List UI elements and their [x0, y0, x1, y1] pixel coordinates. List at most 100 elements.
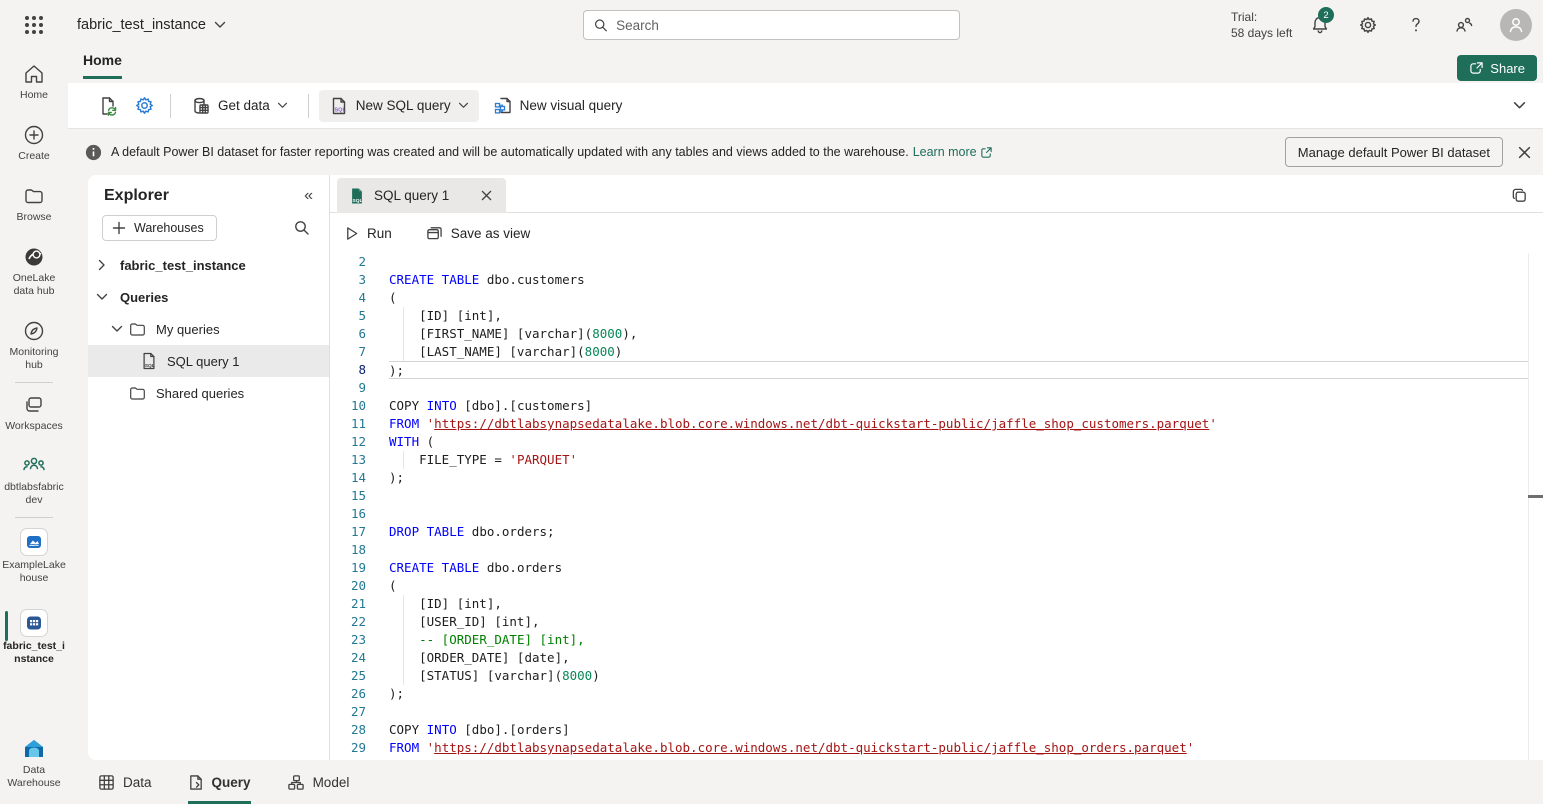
code-line[interactable]: 21 [ID] [int],: [330, 595, 1528, 613]
manage-default-dataset-button[interactable]: Manage default Power BI dataset: [1285, 137, 1503, 167]
learn-more-link[interactable]: Learn more: [913, 145, 993, 159]
code-line[interactable]: 24 [ORDER_DATE] [date],: [330, 649, 1528, 667]
tab-home[interactable]: Home: [83, 52, 122, 79]
new-sql-query-button[interactable]: SQL New SQL query: [319, 90, 479, 122]
code-line[interactable]: 27: [330, 703, 1528, 721]
query-tab-sql-query-1[interactable]: SQL SQL query 1: [337, 178, 506, 213]
line-number: 8: [330, 361, 366, 379]
app-launcher-icon[interactable]: [21, 12, 47, 38]
settings-toolbar-button[interactable]: [128, 90, 160, 122]
get-data-label: Get data: [218, 98, 270, 113]
run-button[interactable]: Run: [345, 226, 392, 241]
code-line[interactable]: 29FROM 'https://dbtlabsynapsedatalake.bl…: [330, 739, 1528, 757]
explorer-collapse-button[interactable]: «: [304, 187, 313, 205]
code-line[interactable]: 12WITH (: [330, 433, 1528, 451]
code-line[interactable]: 7 [LAST_NAME] [varchar](8000): [330, 343, 1528, 361]
line-number: 7: [330, 343, 366, 361]
code-line[interactable]: 14);: [330, 469, 1528, 487]
chevron-down-icon: [109, 325, 125, 333]
tab-model[interactable]: Model: [287, 760, 350, 804]
code-text: (: [389, 577, 1528, 595]
code-line[interactable]: 15: [330, 487, 1528, 505]
share-button[interactable]: Share: [1457, 55, 1537, 81]
workspaces-icon: [22, 393, 46, 417]
line-number: 9: [330, 379, 366, 397]
sidebar-item-create[interactable]: Create: [0, 117, 68, 169]
sidebar-item-home[interactable]: Home: [0, 56, 68, 108]
code-line[interactable]: 6 [FIRST_NAME] [varchar](8000),: [330, 325, 1528, 343]
line-number: 4: [330, 289, 366, 307]
grid-icon: [98, 774, 115, 791]
chevron-down-icon: [214, 21, 226, 29]
save-as-view-button[interactable]: Save as view: [426, 225, 531, 241]
code-line[interactable]: 23 -- [ORDER_DATE] [int],: [330, 631, 1528, 649]
sidebar-item-data-warehouse[interactable]: Data Warehouse: [0, 731, 68, 796]
monitoring-icon: [22, 319, 46, 343]
code-line[interactable]: 18: [330, 541, 1528, 559]
tree-item-shared-queries[interactable]: Shared queries: [88, 377, 329, 409]
get-data-button[interactable]: Get data: [181, 90, 298, 122]
help-icon: [1406, 15, 1426, 35]
sidebar-item-dbtlabsfabricdev[interactable]: dbtlabsfabricdev: [0, 448, 68, 513]
code-line[interactable]: 13 FILE_TYPE = 'PARQUET': [330, 451, 1528, 469]
banner-close-button[interactable]: [1513, 141, 1535, 163]
new-visual-query-button[interactable]: New visual query: [483, 90, 633, 122]
save-as-view-label: Save as view: [451, 226, 531, 241]
sidebar-item-browse[interactable]: Browse: [0, 178, 68, 230]
global-search: [583, 10, 960, 40]
ribbon-collapse-button[interactable]: [1513, 97, 1526, 115]
feedback-icon: [1453, 15, 1475, 35]
code-line[interactable]: 3CREATE TABLE dbo.customers: [330, 271, 1528, 289]
notifications-button[interactable]: 2: [1308, 13, 1332, 37]
code-line[interactable]: 8);: [330, 361, 1528, 379]
code-line[interactable]: 25 [STATUS] [varchar](8000): [330, 667, 1528, 685]
sidebar-item-monitoring-hub[interactable]: Monitoring hub: [0, 313, 68, 378]
line-number: 2: [330, 253, 366, 271]
code-line[interactable]: 20(: [330, 577, 1528, 595]
tab-data[interactable]: Data: [98, 760, 152, 804]
sidebar-item-examplelakehouse[interactable]: ExampleLakehouse: [0, 522, 68, 591]
chevron-right-icon: [94, 259, 110, 271]
sidebar-item-fabric-test-instance[interactable]: fabric_test_instance: [0, 603, 68, 672]
sidebar-item-onelake-data-hub[interactable]: OneLake data hub: [0, 239, 68, 304]
code-line[interactable]: 5 [ID] [int],: [330, 307, 1528, 325]
trial-status: Trial: 58 days left: [1231, 9, 1292, 41]
tree-item-sql-query-1[interactable]: SQL SQL query 1: [88, 345, 329, 377]
line-number: 14: [330, 469, 366, 487]
sql-code-editor[interactable]: 23CREATE TABLE dbo.customers4(5 [ID] [in…: [330, 253, 1528, 760]
tree-item-warehouse[interactable]: fabric_test_instance: [88, 249, 329, 281]
tree-item-my-queries[interactable]: My queries: [88, 313, 329, 345]
feedback-button[interactable]: [1452, 13, 1476, 37]
code-line[interactable]: 28COPY INTO [dbo].[orders]: [330, 721, 1528, 739]
code-text: -- [ORDER_DATE] [int],: [389, 631, 1528, 649]
account-avatar[interactable]: [1500, 9, 1532, 41]
search-input[interactable]: [616, 18, 949, 33]
code-line[interactable]: 11FROM 'https://dbtlabsynapsedatalake.bl…: [330, 415, 1528, 433]
settings-button[interactable]: [1356, 13, 1380, 37]
code-line[interactable]: 17DROP TABLE dbo.orders;: [330, 523, 1528, 541]
tree-item-queries[interactable]: Queries: [88, 281, 329, 313]
editor-scrollbar[interactable]: [1528, 253, 1543, 760]
refresh-document-button[interactable]: [92, 90, 124, 122]
copy-button[interactable]: [1508, 184, 1530, 206]
code-line[interactable]: 2: [330, 253, 1528, 271]
code-line[interactable]: 22 [USER_ID] [int],: [330, 613, 1528, 631]
code-line[interactable]: 16: [330, 505, 1528, 523]
code-line[interactable]: 4(: [330, 289, 1528, 307]
code-line[interactable]: 10COPY INTO [dbo].[customers]: [330, 397, 1528, 415]
sidebar-item-workspaces[interactable]: Workspaces: [0, 387, 68, 439]
add-warehouses-button[interactable]: Warehouses: [102, 215, 217, 241]
sql-file-green-icon: SQL: [349, 187, 365, 205]
explorer-search-button[interactable]: [289, 215, 315, 241]
code-line[interactable]: 9: [330, 379, 1528, 397]
code-text: );: [389, 469, 1528, 487]
lakehouse-icon: [20, 528, 48, 556]
code-text: COPY INTO [dbo].[orders]: [389, 721, 1528, 739]
tab-close-button[interactable]: [476, 186, 496, 206]
code-line[interactable]: 19CREATE TABLE dbo.orders: [330, 559, 1528, 577]
line-number: 25: [330, 667, 366, 685]
tab-query[interactable]: Query: [188, 760, 251, 804]
code-line[interactable]: 26);: [330, 685, 1528, 703]
help-button[interactable]: [1404, 13, 1428, 37]
workspace-title-dropdown[interactable]: fabric_test_instance: [77, 17, 226, 33]
